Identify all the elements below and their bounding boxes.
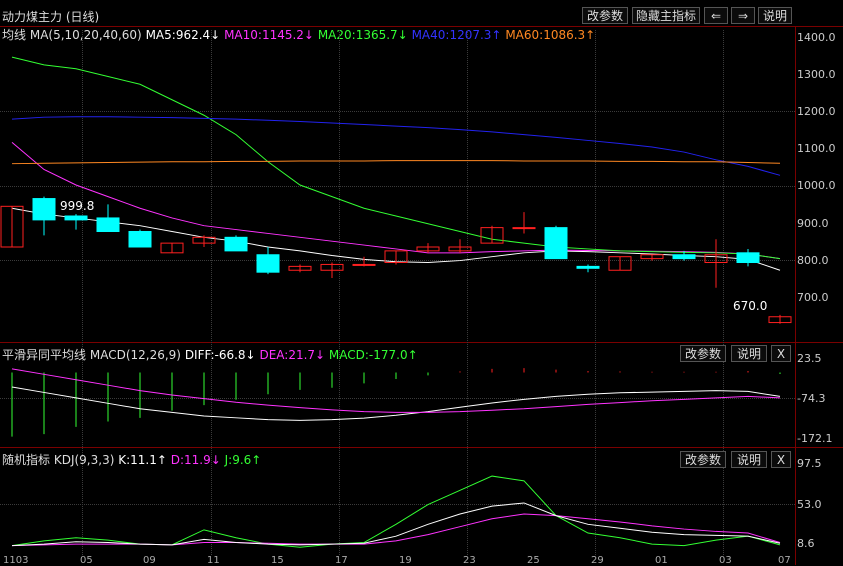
- price-tick: 1100.0: [797, 142, 836, 155]
- candle-down: [672, 254, 696, 260]
- kdj-tick: 8.6: [797, 537, 815, 550]
- candle-down: [128, 231, 152, 248]
- kdj-tick: 97.5: [797, 457, 822, 470]
- macd-tick: -172.1: [797, 432, 833, 445]
- candle-down: [576, 265, 600, 269]
- price-tick: 1000.0: [797, 179, 836, 192]
- macd-tick: 23.5: [797, 352, 822, 365]
- diff-line: [11, 386, 781, 421]
- price-tick: 800.0: [797, 254, 829, 267]
- macd-tick: -74.3: [797, 392, 826, 405]
- price-tick: 900.0: [797, 217, 829, 230]
- d-line: [11, 513, 781, 547]
- kdj-tick: 53.0: [797, 498, 822, 511]
- ma20-line: [11, 56, 781, 260]
- candle-down: [96, 217, 120, 232]
- candle-down: [32, 198, 56, 221]
- candle-down: [224, 236, 248, 252]
- candle-up: [512, 227, 536, 230]
- price-tick: 700.0: [797, 291, 829, 304]
- candle-down: [64, 215, 88, 221]
- chart-canvas[interactable]: [0, 0, 795, 565]
- ma10-line: [11, 141, 781, 260]
- price-tick: 1200.0: [797, 105, 836, 118]
- ma60-line: [11, 160, 781, 165]
- candle-up: [352, 263, 376, 266]
- price-tick: 1300.0: [797, 68, 836, 81]
- candle-down: [256, 254, 280, 273]
- ma40-line: [11, 116, 781, 176]
- price-tick: 1400.0: [797, 31, 836, 44]
- price-axis-line: [795, 26, 796, 565]
- candle-down: [544, 227, 568, 260]
- candle-down: [736, 252, 760, 263]
